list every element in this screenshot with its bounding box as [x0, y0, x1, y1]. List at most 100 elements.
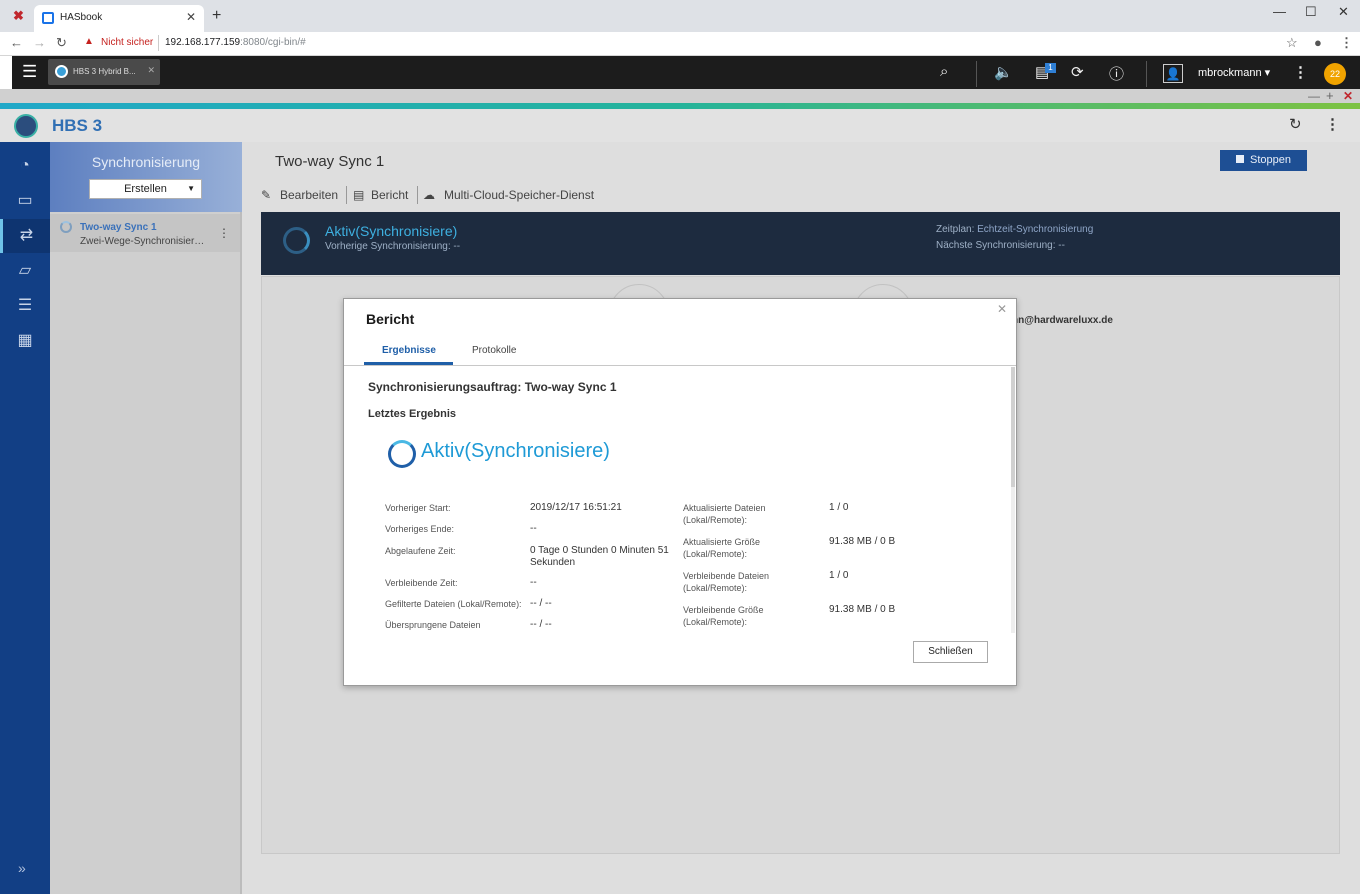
minimize-app-button[interactable]: — [1308, 89, 1320, 103]
cloud-service-button[interactable]: Multi-Cloud-Speicher-Dienst [444, 188, 594, 202]
backup-icon[interactable]: ▭ [0, 184, 50, 218]
stat-value: 91.38 MB / 0 B [829, 536, 896, 547]
banner-status: Aktiv(Synchronisiere) [325, 223, 458, 239]
forward-icon[interactable]: → [33, 35, 46, 50]
nas-top-bar [12, 56, 1360, 89]
main-menu-icon[interactable]: ☰ [22, 62, 37, 82]
stat-label: Verbleibende Zeit: [385, 578, 458, 588]
address-bar: ← → ↻ ▲ Nicht sicher 192.168.177.159:808… [0, 32, 1360, 56]
create-button[interactable]: Erstellen ▼ [89, 179, 202, 199]
job-heading: Synchronisierungsauftrag: Two-way Sync 1 [368, 380, 617, 394]
url-host: 192.168.177.159 [165, 37, 241, 48]
stat-label: Aktualisierte Größe (Lokal/Remote): [683, 537, 761, 559]
stat-label: Vorheriges Ende: [385, 524, 455, 534]
browser-menu-icon[interactable]: ⋮ [1340, 35, 1353, 51]
app-window-tab[interactable]: HBS 3 Hybrid B... ✕ [48, 59, 160, 85]
browser-tab-strip [0, 0, 1360, 32]
info-icon[interactable]: ⓘ [1109, 63, 1124, 84]
close-tab-icon[interactable]: ✕ [186, 10, 196, 24]
stat-value: 91.38 MB / 0 B [829, 604, 896, 615]
stat-label: Abgelaufene Zeit: [385, 546, 456, 556]
dialog-title: Bericht [366, 311, 415, 327]
bookmark-star-icon[interactable]: ☆ [1286, 35, 1298, 51]
refresh-icon[interactable]: ↻ [1289, 115, 1302, 133]
job-status-spinner-icon [60, 221, 72, 233]
banner-schedule: Zeitplan: Echtzeit-Synchronisierung [936, 224, 1094, 235]
stat-value: 1 / 0 [829, 570, 849, 581]
back-icon[interactable]: ← [10, 35, 23, 50]
more-options-icon[interactable]: ⋮ [1325, 115, 1340, 133]
maximize-window-button[interactable]: ☐ [1305, 4, 1317, 20]
browser-tab-title: HASbook [60, 12, 103, 23]
stat-label: Übersprungene Dateien [385, 620, 481, 630]
dialog-close-icon[interactable]: ✕ [997, 302, 1007, 316]
stat-label: Aktualisierte Dateien (Lokal/Remote): [683, 503, 766, 525]
sync-nav-icon[interactable]: ⇄ [0, 219, 50, 253]
close-button[interactable]: Schließen [913, 641, 988, 663]
sync-sidebar [50, 142, 242, 894]
search-icon[interactable]: ⌕ [940, 63, 948, 80]
stat-value: -- [530, 523, 537, 534]
stat-value: 0 Tage 0 Stunden 0 Minuten 51 Sekunden [530, 545, 669, 568]
username: mbrockmann [1198, 67, 1262, 79]
tab-results[interactable]: Ergebnisse [382, 345, 436, 356]
app-title: HBS 3 [52, 116, 103, 135]
close-app-tab-icon[interactable]: ✕ [147, 65, 155, 76]
user-menu[interactable]: mbrockmann ▾ [1198, 66, 1270, 79]
sync-status-icon[interactable]: ⟳ [1071, 63, 1084, 81]
report-icon: ▤ [353, 188, 365, 202]
storage-icon[interactable]: ☰ [0, 289, 50, 323]
report-button[interactable]: Bericht [371, 188, 408, 202]
cloud-icon: ☁ [423, 188, 435, 202]
maximize-app-button[interactable]: + [1326, 88, 1334, 103]
close-window-button[interactable]: ✕ [1338, 4, 1349, 20]
hbs-logo-icon [14, 114, 38, 138]
job-menu-icon[interactable]: ⋮ [218, 226, 230, 240]
security-warning[interactable]: Nicht sicher [101, 37, 153, 48]
reload-icon[interactable]: ↻ [56, 35, 67, 51]
new-tab-button[interactable]: + [212, 7, 221, 25]
stat-value: -- / -- [530, 619, 552, 630]
url-text[interactable]: 192.168.177.159:8080/cgi-bin/# [165, 37, 306, 48]
stat-value: 2019/12/17 16:51:21 [530, 502, 622, 513]
warning-icon: ▲ [84, 36, 94, 47]
browser-logo-icon: ✖ [13, 8, 24, 23]
page-title: Two-way Sync 1 [275, 153, 385, 170]
services-icon[interactable]: ▦ [0, 324, 50, 358]
result-spinner-icon [388, 440, 416, 468]
job-type: Zwei-Wege-Synchronisierung [80, 236, 208, 247]
stat-label: Verbleibende Dateien (Lokal/Remote): [683, 571, 770, 593]
account-email: nn@hardwareluxx.de [1012, 315, 1113, 326]
profile-icon[interactable]: ● [1314, 35, 1322, 50]
stat-value: -- [530, 577, 537, 588]
banner-next-sync: Nächste Synchronisierung: -- [936, 240, 1065, 251]
job-name: Two-way Sync 1 [80, 222, 157, 233]
status-spinner-icon [283, 227, 310, 254]
url-path: :8080/cgi-bin/# [240, 37, 306, 48]
options-menu-icon[interactable]: ⋮ [1293, 63, 1308, 81]
dashboard-gauge-icon[interactable]: 22 [1324, 63, 1346, 85]
stop-button[interactable]: Stoppen [1220, 150, 1307, 171]
browser-tab[interactable]: HASbook ✕ [34, 5, 204, 32]
user-avatar-icon: 👤 [1163, 64, 1183, 83]
banner-previous-sync: Vorherige Synchronisierung: -- [325, 241, 461, 252]
stop-icon [1236, 155, 1244, 163]
stat-value: -- / -- [530, 598, 552, 609]
edit-button[interactable]: Bearbeiten [280, 188, 338, 202]
sidebar-title: Synchronisierung [91, 154, 201, 170]
dialog-scrollbar[interactable] [1011, 367, 1015, 487]
close-app-button[interactable]: ✕ [1343, 89, 1353, 103]
app-window-tab-title: HBS 3 Hybrid B... [73, 67, 136, 76]
last-result-heading: Letztes Ergebnis [368, 408, 457, 420]
overview-gauge-icon[interactable]: ◔ [0, 149, 50, 183]
restore-icon[interactable]: ▱ [0, 254, 50, 288]
expand-nav-icon[interactable]: » [18, 860, 26, 876]
stat-label: Verbleibende Größe (Lokal/Remote): [683, 605, 764, 627]
result-status: Aktiv(Synchronisiere) [421, 440, 610, 462]
stat-value: 1 / 0 [829, 502, 849, 513]
edit-icon: ✎ [261, 188, 272, 202]
tab-logs[interactable]: Protokolle [472, 345, 516, 356]
app-header [0, 109, 1360, 142]
volume-icon[interactable]: 🔈 [994, 63, 1013, 81]
minimize-window-button[interactable]: — [1273, 4, 1286, 19]
